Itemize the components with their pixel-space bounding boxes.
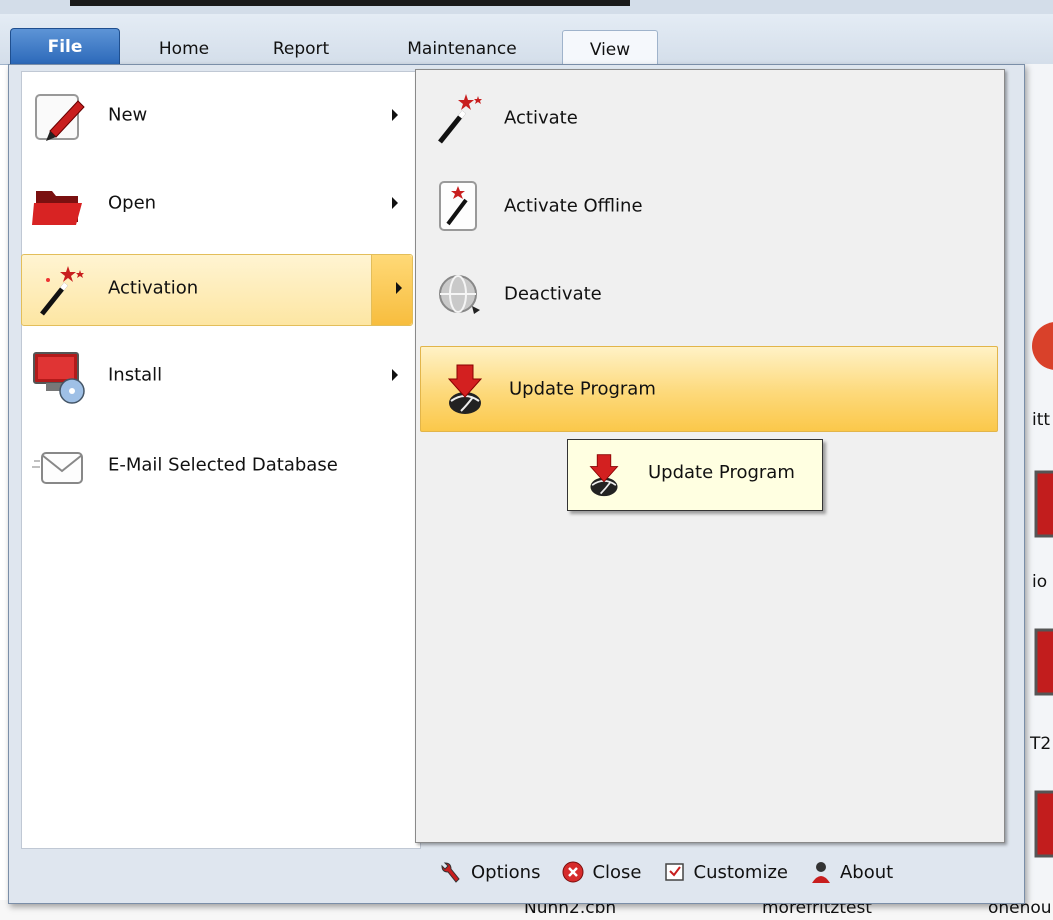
background-fragment-3: T2. (1030, 734, 1053, 754)
file-menu-footer: Options Close Customize About (439, 855, 913, 889)
submenu-arrow-icon (392, 109, 398, 121)
title-bar-dark-fragment (70, 0, 630, 6)
submenu-item-activate[interactable]: Activate (416, 76, 1004, 160)
background-fragment-1: itt (1032, 410, 1051, 430)
menu-item-open[interactable]: Open (22, 170, 420, 240)
close-button[interactable]: Close (560, 859, 642, 885)
tab-file[interactable]: File (10, 28, 120, 65)
menu-item-label: New (108, 104, 148, 126)
tab-report[interactable]: Report (258, 30, 344, 64)
background-fragment-2: io (1032, 572, 1048, 592)
title-bar-strip (0, 0, 1053, 14)
folder-open-icon (32, 191, 82, 225)
customize-label: Customize (693, 861, 788, 883)
menu-item-email-database[interactable]: E-Mail Selected Database (22, 432, 420, 502)
submenu-item-label: Deactivate (504, 283, 602, 305)
submenu-item-update-program[interactable]: Update Program (420, 346, 998, 432)
pencil-icon (35, 94, 85, 141)
install-disc-icon (33, 352, 85, 404)
update-download-icon (589, 454, 619, 497)
about-label: About (839, 861, 894, 883)
tab-view[interactable]: View (562, 30, 658, 65)
wrench-icon (441, 862, 460, 883)
customize-button[interactable]: Customize (662, 859, 788, 885)
close-red-icon (562, 861, 584, 883)
submenu-item-label: Activate Offline (504, 195, 643, 217)
wand-card-icon (439, 181, 477, 231)
submenu-item-activate-offline[interactable]: Activate Offline (416, 164, 1004, 248)
tab-home[interactable]: Home (144, 30, 224, 64)
submenu-arrow-icon (392, 369, 398, 381)
globe-gray-icon (439, 275, 480, 314)
submenu-item-label: Activate (504, 107, 578, 129)
menu-item-activation[interactable]: Activation (21, 254, 413, 326)
menu-item-label: Open (108, 192, 157, 214)
menu-item-label: Install (108, 364, 163, 386)
file-menu-left-pane: New Open Activation Install E-Mail Selec… (21, 71, 421, 849)
submenu-item-label: Update Program (509, 378, 656, 400)
update-download-icon (447, 364, 483, 414)
menu-item-new[interactable]: New (22, 82, 420, 152)
person-icon (811, 862, 830, 883)
magic-wand-icon (438, 94, 482, 144)
about-button[interactable]: About (808, 859, 893, 885)
submenu-split-button[interactable] (371, 255, 412, 325)
close-label: Close (592, 861, 642, 883)
file-menu: New Open Activation Install E-Mail Selec… (8, 64, 1025, 904)
menu-item-label: E-Mail Selected Database (108, 454, 338, 476)
submenu-item-deactivate[interactable]: Deactivate (416, 252, 1004, 336)
tab-maintenance[interactable]: Maintenance (388, 30, 536, 64)
tooltip-update-program: Update Program (567, 439, 823, 511)
submenu-arrow-icon (396, 282, 402, 294)
envelope-icon (32, 452, 83, 484)
menu-item-label: Activation (108, 277, 199, 299)
submenu-arrow-icon (392, 197, 398, 209)
ribbon-tab-bar: File Home Report Maintenance View (0, 14, 1053, 65)
options-label: Options (471, 861, 541, 883)
tooltip-label: Update Program (648, 462, 795, 483)
menu-item-install[interactable]: Install (22, 342, 420, 412)
customize-icon (664, 863, 684, 881)
options-button[interactable]: Options (439, 859, 540, 885)
magic-wand-icon (40, 266, 84, 316)
